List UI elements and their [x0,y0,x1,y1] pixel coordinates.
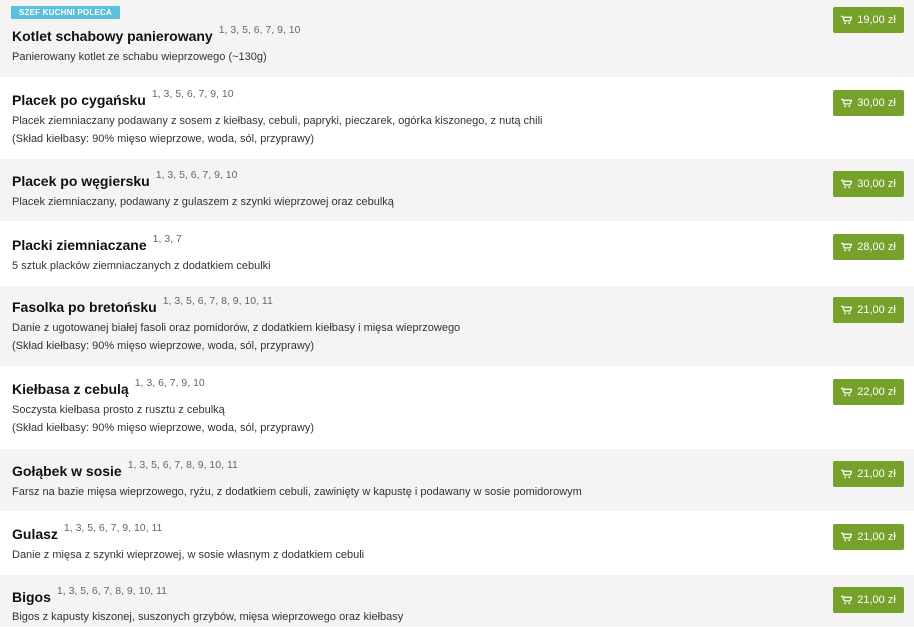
menu-item-placki-ziemniaczane: Placki ziemniaczane 1, 3, 7 5 sztuk plac… [0,222,914,286]
menu-item-fasolka-po-bretonsku: Fasolka po bretońsku 1, 3, 5, 6, 7, 8, 9… [0,286,914,367]
item-description: Danie z mięsa z szynki wieprzowej, w sos… [12,549,365,561]
add-to-cart-button[interactable]: 30,00 zł [833,90,904,116]
cart-icon [841,595,853,605]
item-allergens: 1, 3, 7 [152,233,182,245]
item-description: Placek ziemniaczany, podawany z gulaszem… [12,196,394,208]
price-label: 30,00 zł [857,97,896,109]
cart-icon [841,179,853,189]
add-to-cart-button[interactable]: 21,00 zł [833,461,904,487]
item-allergens: 1, 3, 6, 7, 9, 10 [134,377,205,389]
price-label: 19,00 zł [857,14,896,26]
item-allergens: 1, 3, 5, 6, 7, 9, 10 [155,169,238,181]
item-description: Soczysta kiełbasa prosto z rusztu z cebu… [12,404,225,416]
menu-list: SZEF KUCHNI POLECA Kotlet schabowy panie… [0,0,914,628]
item-allergens: 1, 3, 5, 6, 7, 8, 9, 10, 11 [127,459,238,471]
menu-item-kotlet-schabowy: SZEF KUCHNI POLECA Kotlet schabowy panie… [0,0,914,78]
item-allergens: 1, 3, 5, 6, 7, 8, 9, 10, 11 [56,585,168,597]
cart-icon [841,98,853,108]
item-description-sausage: (Skład kiełbasy: 90% mięso wieprzowe, wo… [12,422,315,434]
add-to-cart-button[interactable]: 21,00 zł [833,587,904,613]
item-name: Kotlet schabowy panierowany [12,28,213,44]
item-description: Panierowany kotlet ze schabu wieprzowego… [12,51,267,63]
add-to-cart-button[interactable]: 22,00 zł [833,379,904,405]
item-description: Danie z ugotowanej białej fasoli oraz po… [12,322,461,334]
price-label: 30,00 zł [857,178,896,190]
cart-icon [841,15,853,25]
menu-item-bigos: Bigos 1, 3, 5, 6, 7, 8, 9, 10, 11 Bigos … [0,575,914,628]
add-to-cart-button[interactable]: 21,00 zł [833,524,904,550]
price-label: 22,00 zł [857,386,896,398]
item-name: Placek po cygańsku [12,92,146,108]
add-to-cart-button[interactable]: 21,00 zł [833,297,904,323]
menu-item-kielbasa-z-cebula: Kiełbasa z cebulą 1, 3, 6, 7, 9, 10 Socz… [0,367,914,449]
add-to-cart-button[interactable]: 19,00 zł [833,7,904,33]
chef-recommends-badge: SZEF KUCHNI POLECA [11,6,120,19]
add-to-cart-button[interactable]: 28,00 zł [833,234,904,260]
menu-item-golabek-w-sosie: Gołąbek w sosie 1, 3, 5, 6, 7, 8, 9, 10,… [0,449,914,512]
cart-icon [841,242,853,252]
item-description: Farsz na bazie mięsa wieprzowego, ryżu, … [12,486,582,498]
menu-item-gulasz: Gulasz 1, 3, 5, 6, 7, 9, 10, 11 Danie z … [0,512,914,575]
item-allergens: 1, 3, 5, 6, 7, 9, 10 [151,88,234,100]
cart-icon [841,532,853,542]
price-label: 21,00 zł [857,304,896,316]
price-label: 21,00 zł [857,531,896,543]
item-description-sausage: (Skład kiełbasy: 90% mięso wieprzowe, wo… [12,133,315,145]
item-name: Bigos [12,589,51,605]
price-label: 21,00 zł [857,594,896,606]
cart-icon [841,469,853,479]
item-allergens: 1, 3, 5, 6, 7, 9, 10 [218,24,301,36]
menu-item-placek-po-cygansku: Placek po cygańsku 1, 3, 5, 6, 7, 9, 10 … [0,78,914,159]
item-description: Bigos z kapusty kiszonej, suszonych grzy… [12,611,404,623]
item-name: Gołąbek w sosie [12,463,122,479]
item-allergens: 1, 3, 5, 6, 7, 9, 10, 11 [63,522,163,534]
price-label: 28,00 zł [857,241,896,253]
item-name: Fasolka po bretońsku [12,299,157,315]
menu-item-placek-po-wegiersku: Placek po węgiersku 1, 3, 5, 6, 7, 9, 10… [0,159,914,222]
item-name: Kiełbasa z cebulą [12,381,129,397]
cart-icon [841,387,853,397]
item-name: Gulasz [12,526,58,542]
add-to-cart-button[interactable]: 30,00 zł [833,171,904,197]
price-label: 21,00 zł [857,468,896,480]
item-name: Placek po węgiersku [12,173,150,189]
item-name: Placki ziemniaczane [12,237,147,253]
cart-icon [841,305,853,315]
item-allergens: 1, 3, 5, 6, 7, 8, 9, 10, 11 [162,295,273,307]
item-description: Placek ziemniaczany podawany z sosem z k… [12,115,543,127]
item-description: 5 sztuk placków ziemniaczanych z dodatki… [12,260,271,272]
item-description-sausage: (Skład kiełbasy: 90% mięso wieprzowe, wo… [12,340,315,352]
